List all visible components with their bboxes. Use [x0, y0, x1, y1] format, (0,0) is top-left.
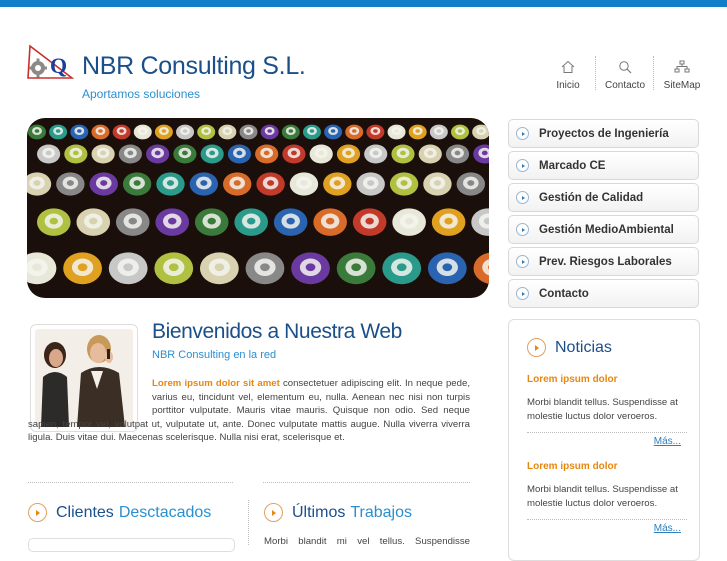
nav-sitemap[interactable]: SiteMap: [654, 56, 710, 96]
top-accent-bar: [0, 0, 727, 7]
arrow-circle-icon: [527, 338, 546, 357]
news-panel: Noticias Lorem ipsum dolor Morbi blandit…: [508, 319, 700, 561]
search-icon: [619, 61, 632, 74]
nav-inicio-label: Inicio: [556, 80, 580, 91]
menu-item-label: Gestión de Calidad: [539, 191, 644, 204]
arrow-bullet-icon: [516, 255, 529, 268]
menu-item-label: Marcado CE: [539, 159, 606, 172]
welcome-title: Bienvenidos a Nuestra Web: [152, 320, 402, 343]
site-title[interactable]: NBR Consulting S.L.: [82, 52, 306, 81]
company-logo-icon[interactable]: Q: [26, 44, 74, 82]
menu-item-marcado-ce[interactable]: Marcado CE: [508, 151, 699, 180]
menu-item-contacto[interactable]: Contacto: [508, 279, 699, 308]
menu-item-label: Proyectos de Ingeniería: [539, 127, 669, 140]
home-icon: [561, 60, 575, 73]
menu-item-label: Gestión MedioAmbiental: [539, 223, 674, 236]
divider: [248, 500, 249, 545]
news-item-heading[interactable]: Lorem ipsum dolor: [527, 374, 687, 385]
nav-sitemap-label: SiteMap: [663, 80, 701, 91]
top-navigation: Inicio Contacto SiteMap: [540, 56, 710, 96]
divider: [527, 519, 687, 520]
arrow-circle-icon: [28, 503, 47, 522]
arrow-circle-icon: [264, 503, 283, 522]
news-more-link[interactable]: Más...: [654, 436, 681, 447]
nav-inicio[interactable]: Inicio: [540, 56, 596, 96]
arrow-bullet-icon: [516, 159, 529, 172]
side-menu: Proyectos de Ingeniería Marcado CE Gesti…: [508, 119, 699, 311]
nav-contacto[interactable]: Contacto: [596, 56, 654, 96]
trabajos-title-b: Trabajos: [350, 503, 412, 521]
news-more-link[interactable]: Más...: [654, 523, 681, 534]
welcome-subtitle: NBR Consulting en la red: [152, 349, 277, 361]
menu-item-riesgos[interactable]: Prev. Riesgos Laborales: [508, 247, 699, 276]
clientes-title-b: Desctacados: [118, 503, 212, 521]
menu-item-label: Contacto: [539, 287, 589, 300]
site-tagline: Aportamos soluciones: [82, 87, 201, 101]
news-item-text: Morbi blandit tellus. Suspendisse at mol…: [527, 397, 678, 422]
menu-item-label: Prev. Riesgos Laborales: [539, 255, 672, 268]
trabajos-text: Morbi blandit mi vel tellus. Suspendisse: [264, 536, 470, 547]
sitemap-icon: [674, 60, 690, 73]
welcome-lead: Lorem ipsum dolor sit amet: [152, 378, 280, 389]
hero-banner-image: [27, 118, 489, 298]
news-item: Lorem ipsum dolor Morbi blandit tellus. …: [527, 374, 687, 447]
arrow-bullet-icon: [516, 127, 529, 140]
news-item: Lorem ipsum dolor Morbi blandit tellus. …: [527, 461, 687, 534]
trabajos-heading: Últimos Trabajos: [264, 503, 412, 522]
divider: [527, 432, 687, 433]
news-title: Noticias: [555, 338, 612, 356]
clientes-box: [28, 538, 235, 552]
menu-item-medioambiental[interactable]: Gestión MedioAmbiental: [508, 215, 699, 244]
clientes-title-a: Clientes: [56, 503, 114, 521]
divider: [28, 482, 233, 483]
clientes-heading: Clientes Desctacados: [28, 503, 211, 522]
news-item-heading[interactable]: Lorem ipsum dolor: [527, 461, 687, 472]
divider: [263, 482, 470, 483]
news-item-text: Morbi blandit tellus. Suspendisse at mol…: [527, 484, 678, 509]
svg-text:Q: Q: [50, 53, 67, 78]
menu-item-proyectos[interactable]: Proyectos de Ingeniería: [508, 119, 699, 148]
arrow-bullet-icon: [516, 223, 529, 236]
menu-item-calidad[interactable]: Gestión de Calidad: [508, 183, 699, 212]
trabajos-title-a: Últimos: [292, 503, 346, 521]
welcome-paragraph: Lorem ipsum dolor sit amet consectetuer …: [28, 377, 470, 445]
nav-contacto-label: Contacto: [604, 80, 646, 91]
news-heading: Noticias: [527, 338, 612, 357]
arrow-bullet-icon: [516, 287, 529, 300]
arrow-bullet-icon: [516, 191, 529, 204]
